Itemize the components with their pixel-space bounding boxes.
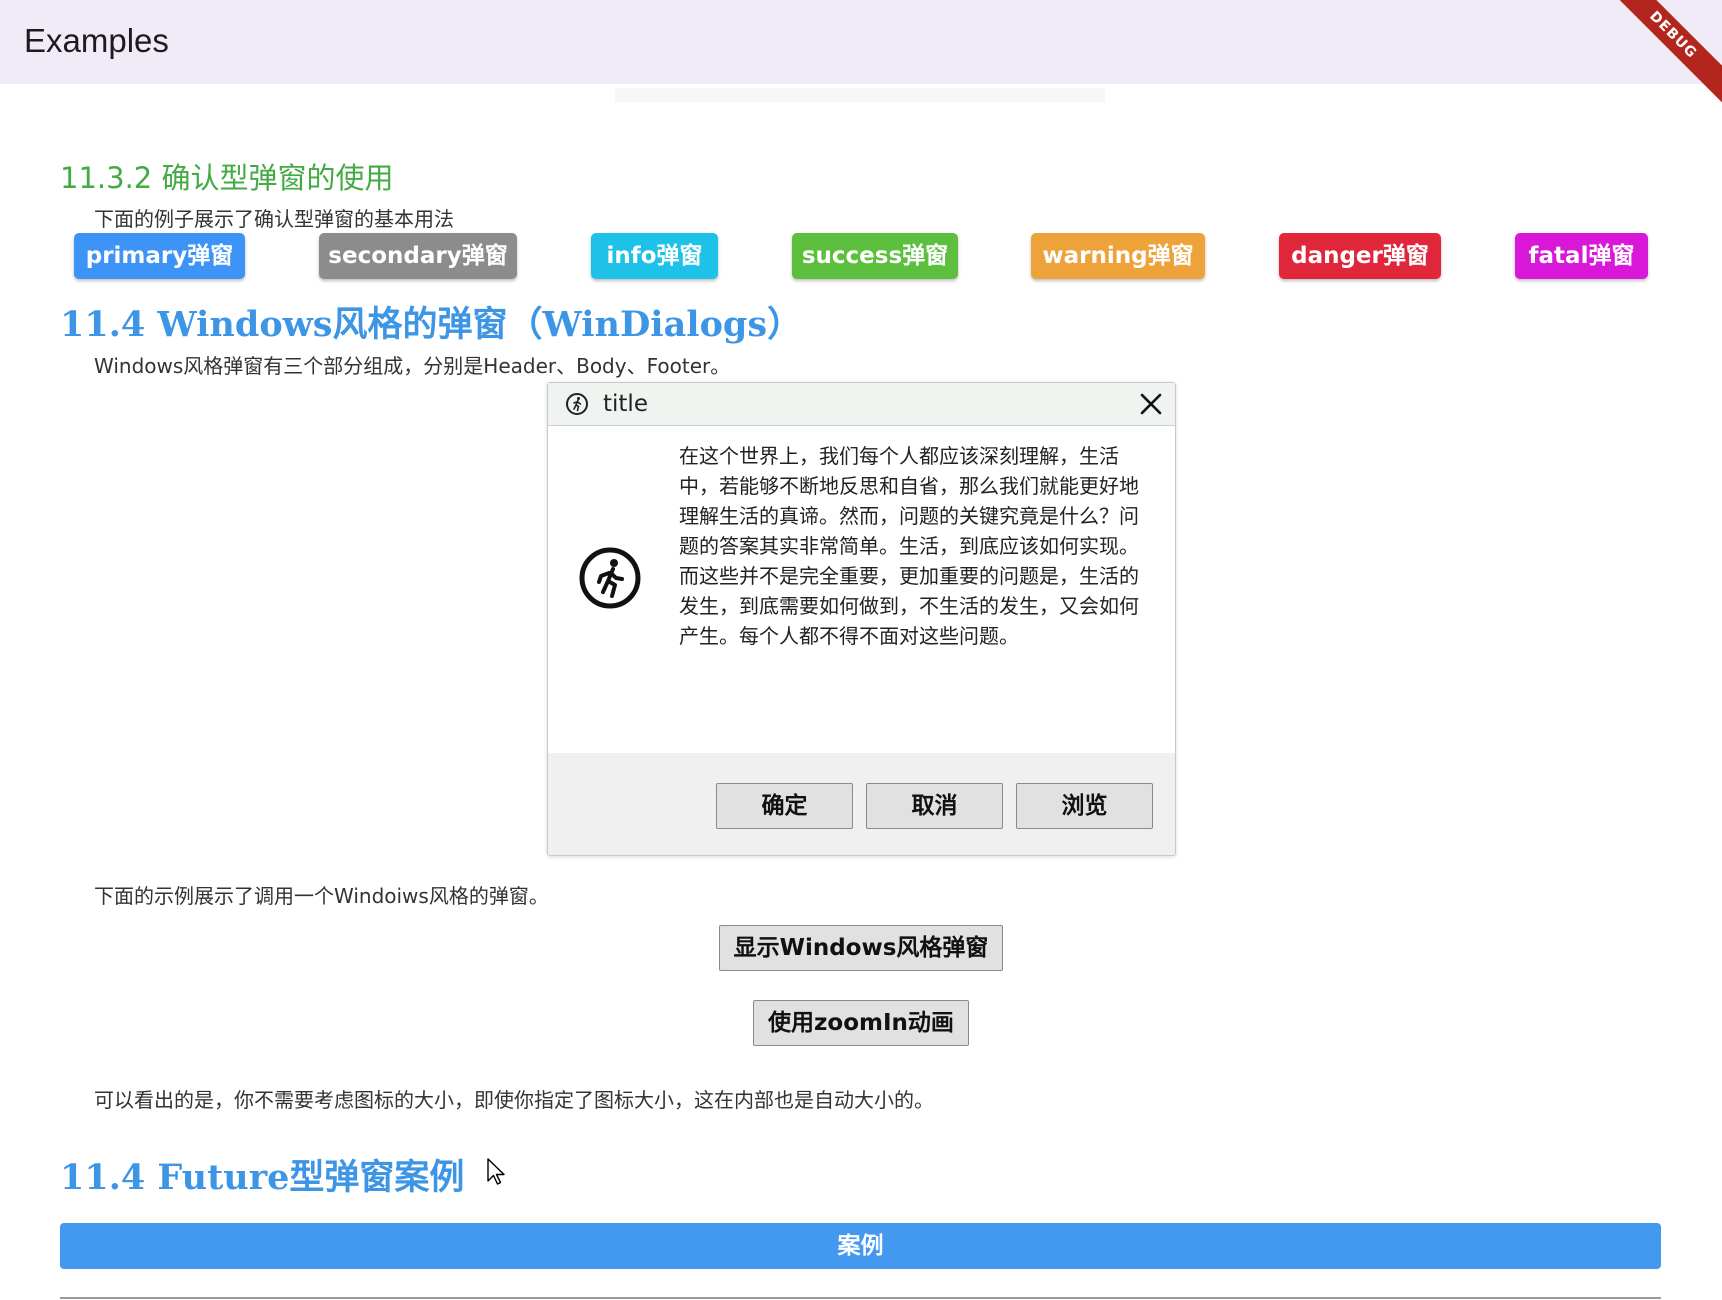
app-bar-title: Examples — [24, 22, 169, 59]
info-dialog-button[interactable]: info弹窗 — [591, 233, 718, 279]
show-windows-dialog-button[interactable]: 显示Windows风格弹窗 — [719, 925, 1003, 971]
success-dialog-button[interactable]: success弹窗 — [792, 233, 958, 279]
icon-size-note: 可以看出的是，你不需要考虑图标的大小，即使你指定了图标大小，这在内部也是自动大小… — [94, 1088, 934, 1112]
windows-section-description: Windows风格弹窗有三个部分组成，分别是Header、Body、Footer… — [94, 354, 731, 378]
secondary-dialog-button[interactable]: secondary弹窗 — [319, 233, 517, 279]
running-man-icon — [579, 547, 641, 609]
cancel-button[interactable]: 取消 — [866, 783, 1003, 829]
win-dialog: title 在这个世界上，我们每个人都应该深刻理解，生活中，若能够不断地反思和自… — [547, 382, 1176, 856]
mouse-cursor-icon — [487, 1158, 505, 1185]
case-button[interactable]: 案例 — [60, 1223, 1661, 1269]
browse-button[interactable]: 浏览 — [1016, 783, 1153, 829]
confirm-section-description: 下面的例子展示了确认型弹窗的基本用法 — [94, 207, 454, 231]
ok-button[interactable]: 确定 — [716, 783, 853, 829]
running-man-icon — [566, 393, 588, 415]
close-icon[interactable] — [1138, 391, 1164, 417]
fatal-dialog-button[interactable]: fatal弹窗 — [1515, 233, 1648, 279]
confirm-section-heading: 11.3.2 确认型弹窗的使用 — [60, 161, 394, 195]
win-dialog-title: title — [603, 391, 648, 417]
win-dialog-header: title — [548, 383, 1175, 426]
windows-section-heading: 11.4 Windows风格的弹窗（WinDialogs） — [60, 304, 803, 345]
primary-dialog-button[interactable]: primary弹窗 — [74, 233, 245, 279]
future-section-heading: 11.4 Future型弹窗案例 — [60, 1157, 465, 1198]
zoomin-animation-button[interactable]: 使用zoomIn动画 — [753, 1000, 969, 1046]
warning-dialog-button[interactable]: warning弹窗 — [1031, 233, 1205, 279]
windows-example-text: 下面的示例展示了调用一个Windoiws风格的弹窗。 — [94, 884, 549, 908]
scroll-shadow — [615, 88, 1105, 102]
danger-dialog-button[interactable]: danger弹窗 — [1279, 233, 1441, 279]
divider — [60, 1297, 1661, 1299]
win-dialog-body-text: 在这个世界上，我们每个人都应该深刻理解，生活中，若能够不断地反思和自省，那么我们… — [679, 444, 1139, 648]
win-dialog-body: 在这个世界上，我们每个人都应该深刻理解，生活中，若能够不断地反思和自省，那么我们… — [548, 426, 1175, 753]
app-bar: Examples — [0, 0, 1722, 84]
